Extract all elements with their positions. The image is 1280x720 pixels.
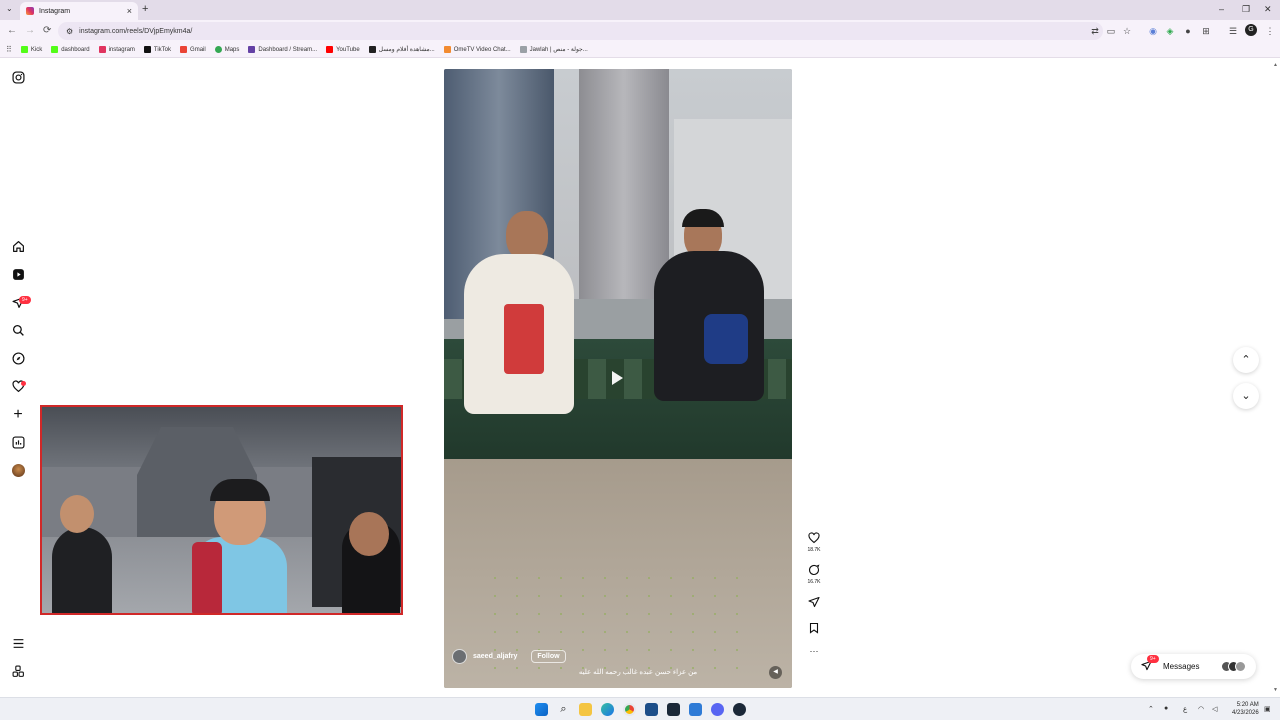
app-icon[interactable] (645, 703, 658, 716)
apps-grid-icon[interactable]: ⠿ (6, 45, 12, 54)
tab-instagram[interactable]: Instagram × (20, 2, 138, 20)
comment-button[interactable]: 16.7K (806, 564, 822, 585)
profile-avatar[interactable]: G (1245, 24, 1257, 36)
home-icon[interactable] (11, 240, 25, 254)
new-tab-button[interactable]: + (142, 3, 148, 15)
browser-toolbar: ← → ⟳ ⚙ instagram.com/reels/DVjpEmykm4a/… (0, 20, 1280, 42)
mute-icon[interactable]: ◀ (769, 666, 782, 679)
url-text: instagram.com/reels/DVjpEmykm4a/ (79, 27, 193, 35)
menu-icon[interactable] (11, 637, 25, 651)
discord-icon[interactable] (711, 703, 724, 716)
reel-video[interactable]: saeed_aljafry Follow من عزاء حسن عبده غا… (444, 69, 792, 688)
cast-icon[interactable]: ▭ (1105, 25, 1117, 37)
like-count: 18.7K (807, 547, 821, 553)
extension-icon[interactable]: ◈ (1164, 25, 1176, 37)
restore-button[interactable]: ❐ (1242, 4, 1250, 15)
instagram-favicon-icon (26, 7, 34, 15)
address-bar[interactable]: ⚙ instagram.com/reels/DVjpEmykm4a/ (58, 22, 1103, 40)
search-icon[interactable]: ⌕ (557, 703, 570, 716)
reel-username[interactable]: saeed_aljafry (473, 653, 517, 660)
site-info-icon[interactable]: ⚙ (66, 27, 73, 36)
messages-icon: 9+ (1141, 655, 1159, 673)
chrome-icon[interactable] (623, 703, 636, 716)
more-apps-icon[interactable] (11, 665, 25, 679)
tray-expand-icon[interactable]: ⌃ (1148, 705, 1154, 713)
microphone-icon[interactable]: ● (1164, 705, 1168, 712)
close-window-button[interactable]: ✕ (1264, 4, 1272, 15)
tab-close-icon[interactable]: × (127, 6, 132, 16)
page-scrollbar[interactable]: ▲ ▼ (1272, 60, 1280, 697)
follow-button[interactable]: Follow (531, 650, 566, 663)
terminal-icon[interactable] (667, 703, 680, 716)
bookmark-youtube[interactable]: YouTube (326, 46, 360, 53)
tab-title: Instagram (39, 7, 71, 15)
bookmark-instagram[interactable]: instagram (98, 46, 135, 53)
next-reel-button[interactable]: ⌄ (1233, 383, 1259, 409)
wifi-icon[interactable]: ◠ (1198, 705, 1204, 713)
volume-icon[interactable]: ◁ (1212, 705, 1217, 713)
reels-icon[interactable] (11, 268, 25, 282)
bookmark-kick[interactable]: Kick (20, 46, 42, 53)
messages-badge: 9+ (1147, 655, 1159, 663)
instagram-logo-icon[interactable] (11, 71, 25, 85)
notifications-badge: 9+ (19, 296, 31, 304)
explore-icon[interactable] (11, 352, 25, 366)
bookmark-tiktok[interactable]: TikTok (143, 46, 171, 53)
create-icon[interactable]: + (11, 407, 25, 423)
reel-author-avatar[interactable] (452, 649, 467, 664)
steam-icon[interactable] (733, 703, 746, 716)
messages-button[interactable]: 9+ Messages (1131, 654, 1256, 679)
edge-icon[interactable] (601, 703, 614, 716)
extensions-puzzle-icon[interactable]: ⊞ (1200, 25, 1212, 37)
taskbar: ⌕ ⌃ ● ع ◠ ◁ 5:20 AM 4/23/2026 ▣ (0, 697, 1280, 720)
bookmark-dashboard[interactable]: dashboard (51, 46, 90, 53)
bookmark-star-icon[interactable]: ☆ (1121, 25, 1133, 37)
clock-date: 4/23/2026 (1232, 710, 1259, 716)
message-avatars (1221, 661, 1246, 672)
translate-icon[interactable]: ⇄ (1089, 25, 1101, 37)
tab-search-icon[interactable]: ⌄ (6, 4, 13, 13)
bookmark-movies[interactable]: مشاهدة أفلام ومسل... (368, 46, 435, 53)
like-button[interactable]: 18.7K (806, 532, 822, 553)
more-options-button[interactable]: ··· (806, 646, 822, 656)
keyboard-language[interactable]: ع (1183, 705, 1187, 713)
back-icon[interactable]: ← (7, 25, 17, 36)
previous-reel-button[interactable]: ⌃ (1233, 347, 1259, 373)
bookmark-maps[interactable]: Maps (214, 46, 239, 53)
reload-icon[interactable]: ⟳ (43, 25, 51, 36)
notification-center-icon[interactable]: ▣ (1264, 705, 1271, 713)
minimize-button[interactable]: – (1219, 4, 1224, 14)
system-clock[interactable]: 5:20 AM 4/23/2026 (1232, 701, 1259, 717)
profile-avatar[interactable] (11, 464, 25, 478)
dashboard-icon[interactable] (11, 436, 25, 450)
extension-icon[interactable]: ● (1182, 25, 1194, 37)
webcam-overlay (40, 405, 403, 615)
forward-icon[interactable]: → (25, 25, 35, 36)
file-explorer-icon[interactable] (579, 703, 592, 716)
extension-icon[interactable]: ◉ (1147, 25, 1159, 37)
messages-label: Messages (1163, 662, 1200, 671)
reel-caption: من عزاء حسن عبده غالب رحمه الله عليه (578, 669, 698, 676)
bookmark-stream-dashboard[interactable]: Dashboard / Stream... (248, 46, 317, 53)
comment-count: 16.7K (807, 579, 821, 585)
browser-menu-icon[interactable]: ⋮ (1264, 25, 1276, 37)
share-button[interactable] (806, 596, 822, 610)
clock-time: 5:20 AM (1236, 702, 1259, 708)
search-icon[interactable] (11, 324, 25, 338)
tab-groups-icon[interactable]: ☰ (1227, 25, 1239, 37)
bookmark-gmail[interactable]: Gmail (180, 46, 206, 53)
bookmarks-bar: ⠿ Kick dashboard instagram TikTok Gmail … (0, 42, 1280, 58)
start-icon[interactable] (535, 703, 548, 716)
app-icon[interactable] (689, 703, 702, 716)
bookmark-jawlah[interactable]: Jawlah | جولة - منص... (519, 46, 588, 53)
play-icon[interactable] (612, 371, 623, 385)
save-button[interactable] (806, 622, 822, 636)
notification-dot (21, 381, 26, 386)
tab-strip: ⌄ Instagram × + – ❐ ✕ (0, 0, 1280, 20)
bookmark-ometv[interactable]: OmeTV Video Chat... (443, 46, 511, 53)
